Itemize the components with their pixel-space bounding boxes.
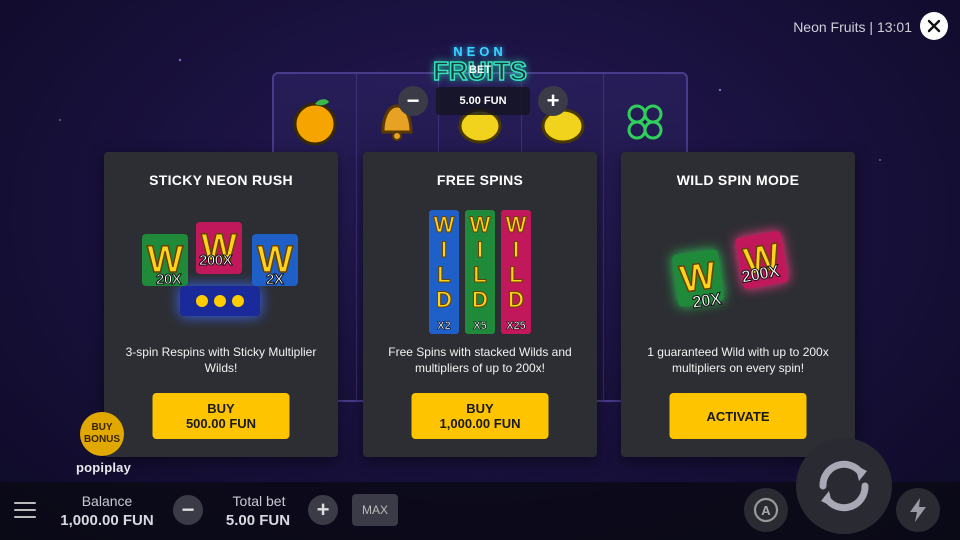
plus-icon: + [316, 497, 330, 522]
plus-icon: + [546, 88, 560, 113]
card-description: Free Spins with stacked Wilds and multip… [388, 345, 572, 375]
total-bet-value: 5.00 FUN [225, 512, 291, 529]
multiplier-label: 20X [155, 271, 182, 289]
turbo-button[interactable] [896, 488, 940, 532]
wild-letter: W [433, 212, 455, 238]
feature-card-sticky-neon-rush: STICKY NEON RUSH W 20X W 200X W 2X 3-spin R… [104, 152, 338, 457]
wild-tile-pink: W 200X [196, 222, 242, 274]
coin-icon [214, 295, 226, 307]
total-bet-increase-button[interactable]: + [308, 495, 338, 525]
sticky-neon-rush-art: W 20X W 200X W 2X [104, 194, 338, 344]
minus-icon: − [181, 497, 195, 522]
card-title: WILD SPIN MODE [676, 172, 800, 188]
spin-icon [819, 460, 869, 512]
coin-panel [180, 286, 260, 316]
brand-logo: popiplay [76, 460, 132, 475]
button-label: ACTIVATE [706, 408, 770, 424]
balance-value: 1,000.00 FUN [60, 512, 154, 529]
buy-bonus-button[interactable]: BUY BONUS [80, 412, 124, 456]
wild-letter: I [440, 237, 448, 263]
bet-increase-button[interactable]: + [538, 86, 568, 116]
wild-letter: D [436, 287, 453, 313]
multiplier-label: X2 [437, 320, 451, 333]
multiplier-label: 2X [265, 271, 284, 289]
orange-symbol-icon [293, 99, 337, 146]
wild-column-green: W I L D X5 [465, 210, 495, 334]
card-description: 1 guaranteed Wild with up to 200x multip… [647, 345, 829, 375]
button-label: BUY [207, 401, 235, 416]
wild-tile-green: W 20X [671, 249, 725, 312]
buy-free-spins-button[interactable]: BUY 1,000.00 FUN [411, 393, 549, 439]
buy-sticky-neon-rush-button[interactable]: BUY 500.00 FUN [152, 393, 290, 439]
wild-tile-green: W 20X [142, 234, 188, 289]
menu-icon[interactable] [14, 502, 36, 520]
total-bet-decrease-button[interactable]: − [173, 495, 203, 525]
button-label: BUY [466, 401, 494, 416]
wild-letter: L [509, 262, 523, 288]
wild-letter: I [512, 237, 520, 263]
wild-letter: D [472, 287, 489, 313]
button-price: 500.00 FUN [185, 416, 257, 431]
bet-decrease-button[interactable]: − [398, 86, 428, 116]
button-price: 1,000.00 FUN [439, 416, 521, 431]
activate-wild-spin-mode-button[interactable]: ACTIVATE [669, 393, 807, 439]
multiplier-label: 200X [198, 252, 233, 270]
coin-icon [196, 295, 208, 307]
wild-column-blue: W I L D X2 [429, 210, 459, 334]
max-bet-button[interactable]: MAX [352, 494, 398, 526]
wild-column-pink: W I L D X25 [501, 210, 531, 334]
wild-tile-blue: W 2X [252, 234, 298, 289]
spin-button[interactable] [796, 438, 892, 534]
lightning-icon [910, 498, 926, 522]
clover-symbol-icon [627, 104, 663, 140]
minus-icon: − [406, 88, 420, 113]
wild-spin-mode-art: W 20X W 200X [621, 194, 855, 344]
multiplier-label: 20X [691, 289, 723, 313]
svg-text:A: A [761, 503, 771, 518]
wild-letter: W [469, 212, 491, 238]
multiplier-label: X5 [473, 320, 487, 333]
close-icon [927, 19, 941, 33]
wild-letter: D [508, 287, 525, 313]
wild-letter: W [505, 212, 527, 238]
wild-tile-pink: W 200X [734, 230, 790, 290]
bet-label: BET [469, 64, 491, 76]
coin-icon [232, 295, 244, 307]
free-spins-art: W I L D X2 W I L D X5 W I L D X25 [363, 194, 597, 344]
autoplay-button[interactable]: A [744, 488, 788, 532]
autoplay-icon: A [753, 497, 779, 523]
feature-card-wild-spin-mode: WILD SPIN MODE W 20X W 200X 1 guaranteed W… [621, 152, 855, 457]
feature-card-free-spins: FREE SPINS W I L D X2 W I L D X5 W I L D… [363, 152, 597, 457]
card-title: STICKY NEON RUSH [149, 172, 293, 188]
multiplier-label: X25 [506, 320, 526, 333]
wild-letter: L [437, 262, 451, 288]
bet-control: − 5.00 FUN + [398, 86, 568, 116]
total-bet-label: Total bet [232, 493, 286, 509]
close-button[interactable] [920, 12, 948, 40]
wild-letter: I [476, 237, 484, 263]
wild-letter: L [473, 262, 487, 288]
balance-label: Balance [81, 493, 133, 509]
card-title: FREE SPINS [436, 172, 524, 188]
game-title-time: Neon Fruits | 13:01 [793, 19, 912, 35]
bet-value: 5.00 FUN [436, 87, 530, 115]
card-description: 3-spin Respins with Sticky Multiplier Wi… [125, 345, 317, 375]
